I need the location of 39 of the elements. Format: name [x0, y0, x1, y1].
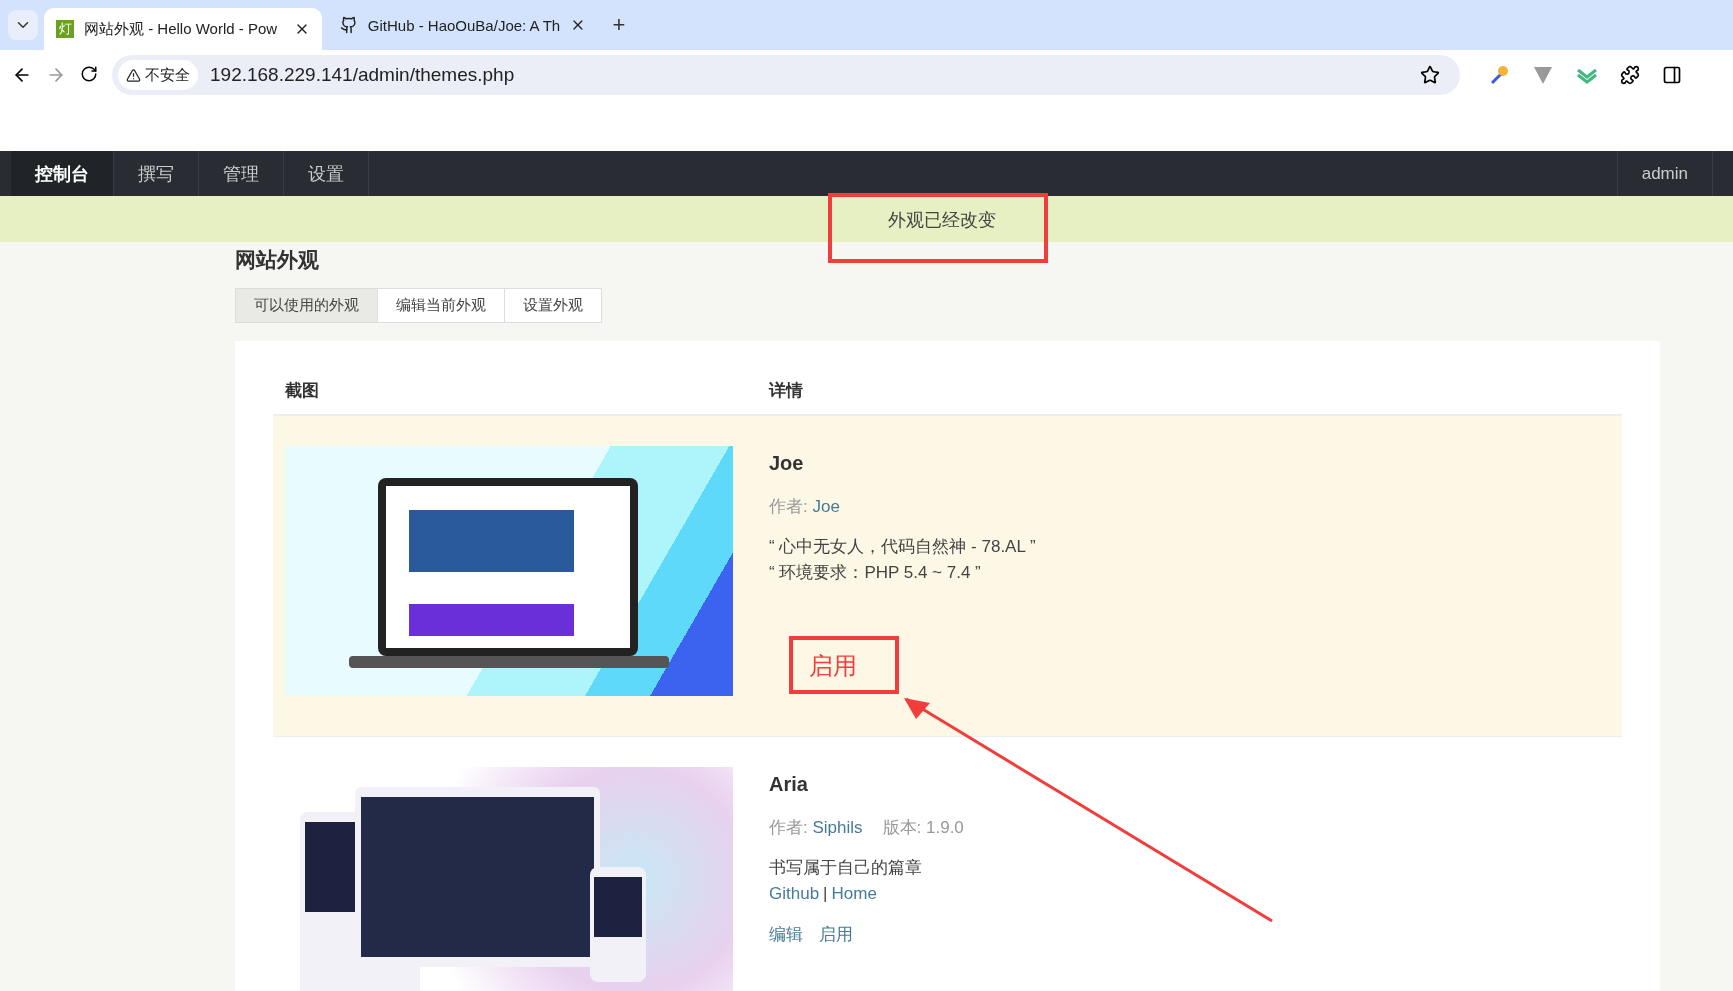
page-title: 网站外观: [235, 247, 320, 273]
favicon-icon: 灯: [56, 20, 74, 38]
tab-list-button[interactable]: [8, 10, 38, 40]
column-header: 详情: [769, 380, 803, 402]
tab[interactable]: 编辑当前外观: [378, 289, 505, 322]
author-label: 作者: Joe: [769, 496, 840, 518]
description-text: “ 环境要求：PHP 5.4 ~ 7.4 ”: [769, 562, 982, 584]
author-link[interactable]: Joe: [812, 497, 840, 516]
v-logo-icon[interactable]: [1532, 65, 1554, 85]
action-link[interactable]: 编辑: [769, 923, 803, 946]
side-panel-icon[interactable]: [1662, 65, 1682, 85]
action-link[interactable]: 启用: [819, 923, 853, 946]
address-bar[interactable]: 不安全 192.168.229.141/admin/themes.php: [112, 55, 1460, 95]
notice-text: 外观已经改变: [887, 209, 996, 230]
author-link[interactable]: Siphils: [812, 818, 863, 837]
version-text: 版本: 1.9.0: [882, 817, 964, 839]
browser-tab[interactable]: GitHub - HaoOuBa/Joe: A Th: [328, 7, 598, 43]
separator-text: |: [823, 883, 828, 905]
tab[interactable]: 可以使用的外观: [236, 289, 378, 322]
description-text: “ 心中无女人，代码自然神 - 78.AL ”: [769, 536, 1037, 558]
extensions-icon[interactable]: [1620, 65, 1640, 85]
github-icon: [340, 16, 358, 34]
reload-icon[interactable]: [80, 65, 98, 83]
security-chip[interactable]: 不安全: [118, 60, 198, 90]
theme-link[interactable]: Home: [831, 881, 877, 907]
browser-tab[interactable]: 灯 网站外观 - Hello World - Pow: [44, 8, 322, 50]
new-tab-button[interactable]: +: [604, 10, 634, 40]
theme-name: Aria: [769, 773, 809, 796]
theme-link[interactable]: Github: [769, 881, 820, 907]
column-header: 截图: [285, 380, 319, 402]
author-label: 作者: Siphils: [769, 817, 863, 839]
dropper-icon[interactable]: [1488, 64, 1510, 86]
theme-name: Joe: [769, 452, 805, 475]
bookmark-star-icon[interactable]: [1420, 65, 1440, 85]
warning-icon: [126, 67, 141, 83]
action-link[interactable]: 启用: [789, 636, 899, 694]
tab[interactable]: 设置外观: [505, 289, 601, 322]
description-text: 书写属于自己的篇章: [769, 857, 923, 879]
nav-item[interactable]: 控制台: [11, 151, 114, 196]
